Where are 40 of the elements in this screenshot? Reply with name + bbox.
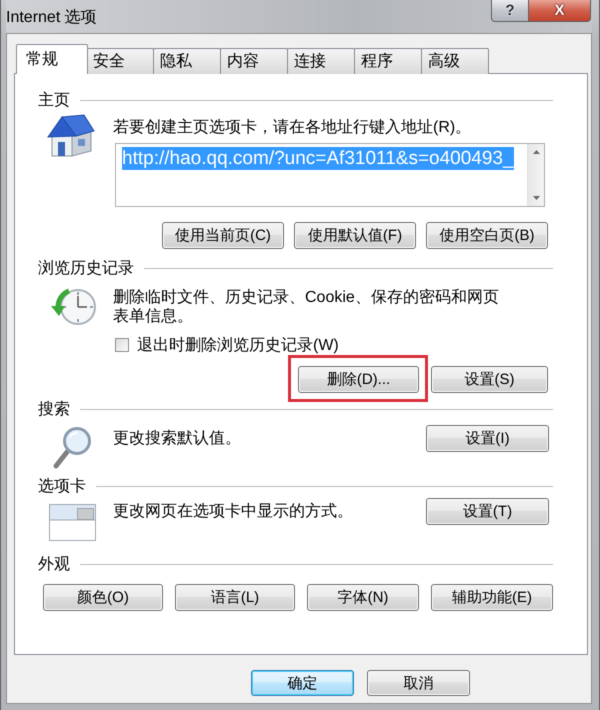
description-text: 删除临时文件、历史记录、Cookie、保存的密码和网页表单信息。: [113, 288, 500, 326]
dialog-button[interactable]: 设置(T): [426, 498, 549, 525]
description-text: 若要创建主页选项卡，请在各地址行键入地址(R)。: [113, 118, 472, 137]
section-title: 选项卡: [38, 476, 86, 496]
window-title: Internet 选项: [6, 8, 97, 28]
window-tabs-icon: [49, 504, 96, 541]
dialog-button[interactable]: 删除(D)...: [298, 366, 419, 393]
tab[interactable]: 连接: [287, 48, 355, 74]
dialog-button[interactable]: 字体(N): [307, 584, 419, 611]
section-title: 外观: [38, 554, 70, 574]
dialog-button[interactable]: 使用空白页(B): [426, 222, 548, 249]
description-text: 更改网页在选项卡中显示的方式。: [113, 502, 354, 522]
dialog-button[interactable]: 设置(S): [431, 366, 548, 393]
search-icon: [51, 425, 93, 470]
checkbox-label: 退出时删除浏览历史记录(W): [137, 336, 339, 356]
tab[interactable]: 内容: [220, 48, 288, 74]
footer-button[interactable]: 确定: [251, 670, 354, 696]
scrollbar[interactable]: [527, 144, 544, 206]
up-arrow-icon: [532, 150, 540, 154]
tab[interactable]: 常规: [16, 44, 88, 74]
section-title: 搜索: [38, 400, 70, 420]
dialog-button[interactable]: 使用默认值(F): [294, 222, 416, 249]
close-button[interactable]: X: [529, 0, 591, 22]
address-text: http://hao.qq.com/?unc=Af31011&s=o400493_: [122, 147, 514, 170]
help-button[interactable]: ?: [491, 0, 529, 22]
section-title: 浏览历史记录: [38, 258, 134, 278]
down-arrow-icon: [532, 196, 540, 200]
description-text: 更改搜索默认值。: [113, 428, 242, 449]
tab[interactable]: 程序: [354, 48, 422, 74]
tab[interactable]: 隐私: [153, 48, 221, 74]
section-title: 主页: [38, 90, 70, 110]
tab[interactable]: 安全: [86, 48, 154, 74]
tab[interactable]: 高级: [421, 48, 489, 74]
dialog-button[interactable]: 使用当前页(C): [162, 222, 284, 249]
footer-button[interactable]: 取消: [367, 670, 470, 696]
dialog-button[interactable]: 颜色(O): [43, 584, 163, 611]
dialog-button[interactable]: 设置(I): [426, 425, 549, 452]
checkbox[interactable]: [115, 338, 129, 352]
dialog-button[interactable]: 辅助功能(E): [431, 584, 553, 611]
dialog-button[interactable]: 语言(L): [175, 584, 295, 611]
